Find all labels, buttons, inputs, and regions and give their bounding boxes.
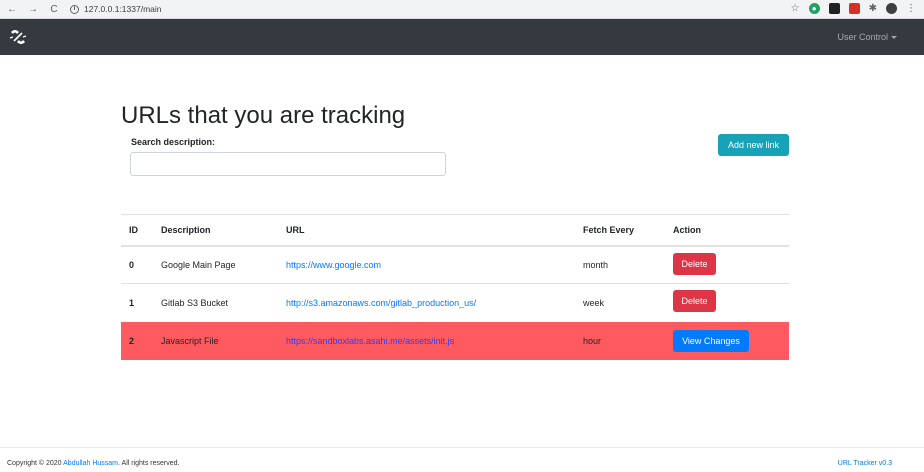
delete-button[interactable]: Delete: [673, 290, 716, 312]
row-fetch-every: hour: [575, 321, 665, 360]
row-url-link[interactable]: https://www.google.com: [286, 260, 381, 270]
row-fetch-every: month: [575, 245, 665, 284]
row-action-cell: Delete: [665, 245, 789, 284]
copyright-prefix: Copyright © 2020: [7, 460, 62, 467]
footer-copyright: Copyright © 2020 Abdullah Hussam. All ri…: [7, 460, 179, 467]
browser-toolbar: ← → C i 127.0.0.1:1337/main ☆ ● ✱ ⋮: [0, 0, 924, 19]
footer-version: URL Tracker v0.3: [838, 460, 892, 467]
header-description: Description: [153, 214, 278, 247]
header-url: URL: [278, 214, 575, 247]
table-row: 1 Gitlab S3 Bucket http://s3.amazonaws.c…: [121, 283, 789, 322]
row-url-link[interactable]: https://sandboxlabs.asahi.me/assets/init…: [286, 336, 454, 346]
row-id: 1: [121, 283, 153, 322]
row-url-link[interactable]: http://s3.amazonaws.com/gitlab_productio…: [286, 298, 476, 308]
row-description: Google Main Page: [153, 245, 278, 284]
back-icon[interactable]: ←: [6, 4, 18, 15]
page-footer: Copyright © 2020 Abdullah Hussam. All ri…: [0, 447, 924, 472]
header-id: ID: [121, 214, 153, 247]
search-description-input[interactable]: [130, 152, 446, 176]
table-row-highlighted: 2 Javascript File https://sandboxlabs.as…: [121, 321, 789, 360]
row-action-cell: View Changes: [665, 321, 789, 360]
add-new-link-button[interactable]: Add new link: [718, 134, 789, 156]
version-link[interactable]: URL Tracker v0.3: [838, 460, 892, 467]
avatar-icon[interactable]: [886, 3, 897, 14]
page-title: URLs that you are tracking: [121, 102, 406, 129]
header-fetch-every: Fetch Every: [575, 214, 665, 247]
search-label: Search description:: [131, 137, 216, 147]
row-url-cell: https://sandboxlabs.asahi.me/assets/init…: [278, 321, 575, 360]
forward-icon[interactable]: →: [27, 4, 39, 15]
row-url-cell: https://www.google.com: [278, 245, 575, 284]
view-changes-button[interactable]: View Changes: [673, 329, 749, 352]
user-control-dropdown[interactable]: User Control: [837, 32, 897, 42]
address-bar[interactable]: i 127.0.0.1:1337/main: [70, 4, 162, 14]
top-navbar: User Control: [0, 19, 924, 55]
row-id: 0: [121, 245, 153, 284]
address-url: 127.0.0.1:1337/main: [84, 4, 162, 14]
table-header-row: ID Description URL Fetch Every Action: [121, 214, 789, 247]
row-description: Gitlab S3 Bucket: [153, 283, 278, 322]
info-icon[interactable]: i: [70, 4, 79, 14]
user-control-label: User Control: [837, 32, 888, 42]
menu-dots-icon[interactable]: ⋮: [906, 3, 916, 14]
author-link[interactable]: Abdullah Hussam: [63, 460, 118, 467]
table-row: 0 Google Main Page https://www.google.co…: [121, 245, 789, 284]
extension-red-icon[interactable]: [848, 3, 860, 14]
tracked-urls-table: ID Description URL Fetch Every Action 0 …: [121, 214, 789, 360]
row-action-cell: Delete: [665, 283, 789, 322]
row-fetch-every: week: [575, 283, 665, 322]
delete-button[interactable]: Delete: [673, 252, 716, 275]
caret-down-icon: [891, 36, 897, 40]
extension-green-icon[interactable]: ●: [808, 3, 820, 14]
rights-text: . All rights reserved.: [118, 460, 180, 467]
row-id: 2: [121, 321, 153, 360]
row-description: Javascript File: [153, 321, 278, 360]
puzzle-icon[interactable]: ✱: [869, 3, 877, 14]
reload-icon[interactable]: C: [48, 4, 60, 15]
header-action: Action: [665, 214, 789, 247]
extension-dark-icon[interactable]: [828, 3, 840, 14]
star-icon[interactable]: ☆: [791, 3, 800, 14]
row-url-cell: http://s3.amazonaws.com/gitlab_productio…: [278, 283, 575, 322]
link-logo-icon[interactable]: [7, 26, 29, 48]
